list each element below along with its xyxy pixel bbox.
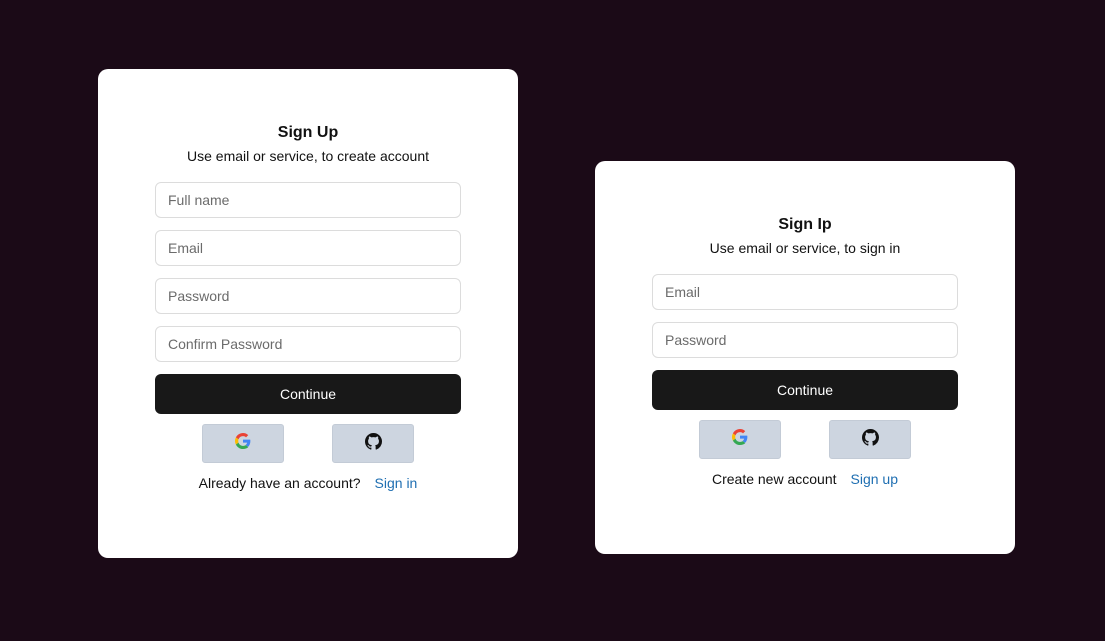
signup-form: Continue — [155, 182, 461, 414]
confirm-password-input[interactable] — [155, 326, 461, 362]
signup-email-input[interactable] — [155, 230, 461, 266]
github-icon — [861, 428, 879, 451]
google-icon — [235, 433, 251, 454]
signup-github-button[interactable] — [332, 424, 414, 463]
signin-social-buttons — [652, 420, 958, 459]
signin-google-button[interactable] — [699, 420, 781, 459]
signup-footer-text: Already have an account? — [198, 475, 361, 491]
full-name-input[interactable] — [155, 182, 461, 218]
signin-github-button[interactable] — [829, 420, 911, 459]
google-icon — [732, 429, 748, 450]
signin-password-input[interactable] — [652, 322, 958, 358]
signin-email-input[interactable] — [652, 274, 958, 310]
signup-google-button[interactable] — [202, 424, 284, 463]
signup-title: Sign Up — [277, 124, 339, 141]
signup-subtitle: Use email or service, to create account — [187, 148, 429, 164]
signin-subtitle: Use email or service, to sign in — [709, 240, 901, 256]
signin-continue-button[interactable]: Continue — [652, 370, 958, 410]
signin-card: Sign Ip Use email or service, to sign in… — [595, 161, 1015, 554]
signin-title: Sign Ip — [778, 216, 832, 233]
signup-password-input[interactable] — [155, 278, 461, 314]
signup-continue-button[interactable]: Continue — [155, 374, 461, 414]
signin-footer-text: Create new account — [711, 471, 837, 487]
signin-form: Continue — [652, 274, 958, 410]
signup-footer: Already have an account? Sign in — [155, 475, 461, 491]
sign-in-link[interactable]: Sign in — [375, 475, 418, 491]
github-icon — [364, 432, 382, 455]
signup-social-buttons — [155, 424, 461, 463]
signin-footer: Create new account Sign up — [652, 471, 958, 487]
sign-up-link[interactable]: Sign up — [851, 471, 898, 487]
signup-card: Sign Up Use email or service, to create … — [98, 69, 518, 558]
